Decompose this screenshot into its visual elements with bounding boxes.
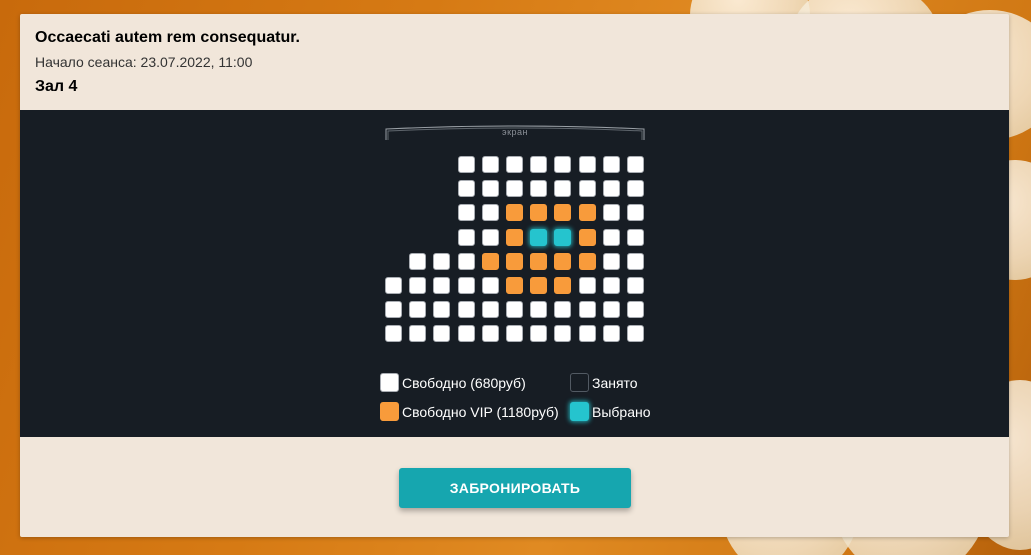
legend-selected-label: Выбрано [592, 404, 651, 420]
seat-free[interactable] [506, 180, 523, 198]
legend-free-swatch [380, 373, 399, 392]
seat-free[interactable] [385, 325, 402, 343]
seat-vip[interactable] [506, 204, 523, 222]
cinema-screen: экран [385, 124, 645, 142]
seat-free[interactable] [409, 277, 427, 294]
legend-selected-swatch [570, 402, 589, 421]
seat-free[interactable] [602, 228, 620, 246]
seat-free[interactable] [578, 180, 596, 198]
seat-free[interactable] [627, 156, 644, 173]
seat-free[interactable] [554, 156, 572, 173]
seat-vip[interactable] [578, 228, 596, 246]
seat-free[interactable] [433, 301, 451, 319]
seat-free[interactable] [481, 228, 499, 246]
seat-free[interactable] [481, 325, 499, 343]
seat-free[interactable] [602, 301, 620, 319]
seat-free[interactable] [578, 156, 596, 173]
legend-free-label: Свободно (680руб) [402, 375, 526, 391]
hall-name: Зал 4 [35, 78, 78, 95]
seat-free[interactable] [627, 301, 644, 319]
session-info: Occaecati autem rem consequatur. Начало … [35, 28, 994, 97]
seat-free[interactable] [602, 204, 620, 222]
legend-vip-swatch [380, 402, 399, 421]
seat-free[interactable] [457, 156, 475, 173]
seat-free[interactable] [433, 252, 451, 270]
seat-vip[interactable] [506, 277, 523, 294]
seat-free[interactable] [627, 252, 644, 270]
seat-free[interactable] [627, 204, 644, 222]
seat-free[interactable] [602, 325, 620, 343]
seat-vip[interactable] [554, 204, 572, 222]
seat-free[interactable] [457, 252, 475, 270]
seat-free[interactable] [385, 301, 402, 319]
seat-vip[interactable] [554, 252, 572, 270]
seat-free[interactable] [602, 277, 620, 294]
seat-free[interactable] [506, 325, 523, 343]
seat-free[interactable] [627, 277, 644, 294]
booking-card: Occaecati autem rem consequatur. Начало … [20, 14, 1009, 537]
seat-vip[interactable] [506, 228, 523, 246]
seat-free[interactable] [457, 204, 475, 222]
seat-free[interactable] [409, 252, 427, 270]
seat-free[interactable] [506, 301, 523, 319]
seat-free[interactable] [457, 228, 475, 246]
seat-vip[interactable] [506, 252, 523, 270]
seat-free[interactable] [409, 301, 427, 319]
seat-legend: Свободно (680руб) Занято Свободно VIP (1… [380, 370, 680, 430]
seat-free[interactable] [627, 325, 644, 343]
seat-free[interactable] [457, 277, 475, 294]
film-title: Occaecati autem rem consequatur. [35, 29, 300, 46]
seat-free[interactable] [554, 325, 572, 343]
seat-free[interactable] [602, 180, 620, 198]
seat-free[interactable] [578, 277, 596, 294]
session-start-time: Начало сеанса: 23.07.2022, 11:00 [35, 54, 253, 70]
seat-vip[interactable] [481, 252, 499, 270]
seat-free[interactable] [481, 301, 499, 319]
seat-free[interactable] [554, 180, 572, 198]
seat-vip[interactable] [578, 204, 596, 222]
seat-free[interactable] [602, 252, 620, 270]
seat-vip[interactable] [530, 204, 548, 222]
seat-free[interactable] [457, 301, 475, 319]
seat-free[interactable] [627, 180, 644, 198]
hall-scheme: экран Свободно (680руб) Занято Свободно … [20, 110, 1009, 437]
seat-vip[interactable] [530, 252, 548, 270]
seat-free[interactable] [530, 301, 548, 319]
seat-selected[interactable] [554, 228, 572, 246]
seat-free[interactable] [530, 156, 548, 173]
seat-free[interactable] [481, 156, 499, 173]
seat-free[interactable] [530, 180, 548, 198]
screen-label: экран [501, 127, 528, 137]
seat-vip[interactable] [554, 277, 572, 294]
seat-free[interactable] [530, 325, 548, 343]
seat-free[interactable] [457, 325, 475, 343]
seat-selected[interactable] [530, 228, 548, 246]
seat-free[interactable] [554, 301, 572, 319]
legend-taken-label: Занято [592, 375, 638, 391]
seat-free[interactable] [433, 325, 451, 343]
seat-free[interactable] [433, 277, 451, 294]
legend-vip-label: Свободно VIP (1180руб) [402, 404, 559, 420]
seat-free[interactable] [481, 204, 499, 222]
book-button[interactable]: ЗАБРОНИРОВАТЬ [399, 468, 631, 508]
seat-free[interactable] [409, 325, 427, 343]
seat-free[interactable] [578, 325, 596, 343]
seat-free[interactable] [481, 277, 499, 294]
legend-taken-swatch [570, 373, 589, 392]
seat-free[interactable] [385, 277, 402, 294]
seat-free[interactable] [457, 180, 475, 198]
seat-free[interactable] [481, 180, 499, 198]
seat-free[interactable] [627, 228, 644, 246]
seat-vip[interactable] [578, 252, 596, 270]
seat-free[interactable] [506, 156, 523, 173]
seat-vip[interactable] [530, 277, 548, 294]
seat-free[interactable] [602, 156, 620, 173]
seat-free[interactable] [578, 301, 596, 319]
